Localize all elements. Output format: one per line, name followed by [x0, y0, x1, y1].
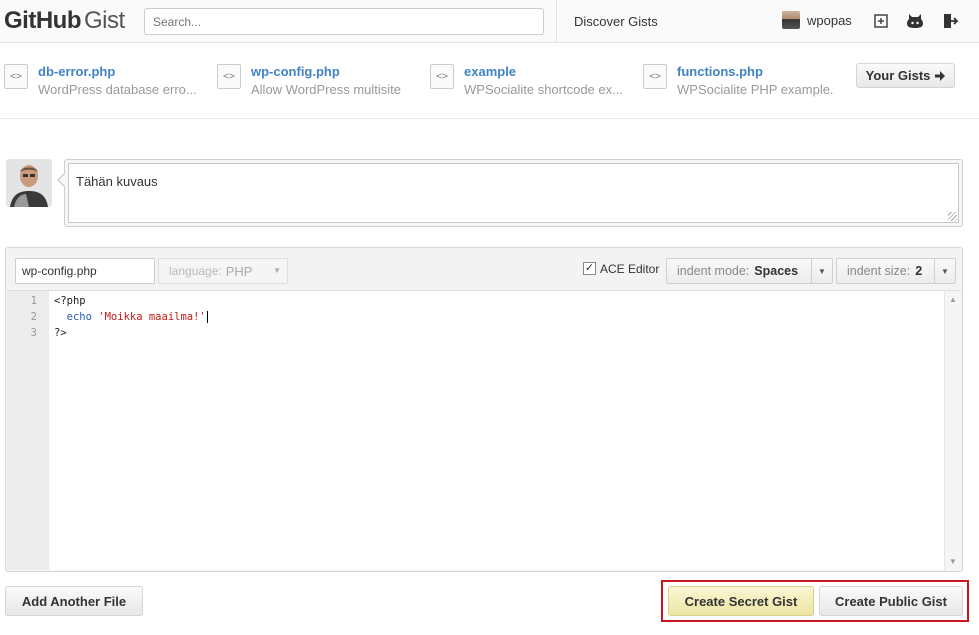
file-editor-panel: language: PHP ▼ ✓ ACE Editor indent mode… [5, 247, 963, 572]
discover-gists-link[interactable]: Discover Gists [574, 14, 658, 29]
recent-gist-description: WordPress database erro... [38, 82, 197, 97]
line-number: 1 [30, 295, 37, 307]
your-gists-label: Your Gists [865, 68, 931, 83]
recent-gist-description: WPSocialite shortcode ex... [464, 82, 623, 97]
sign-out-icon[interactable] [940, 11, 960, 31]
indent-size-select[interactable]: indent size: 2 ▼ [836, 258, 956, 284]
your-gists-button[interactable]: Your Gists [856, 63, 955, 88]
line-number: 3 [30, 327, 37, 339]
recent-gist-name[interactable]: db-error.php [38, 64, 115, 79]
code-editor[interactable]: 1 2 3 <?php echo 'Moikka maailma!' ?> ▲ … [7, 290, 961, 570]
user-avatar-small [782, 11, 800, 29]
editor-scrollbar[interactable]: ▲ ▼ [944, 291, 961, 570]
github-gist-logo[interactable]: GitHub Gist [4, 7, 125, 35]
indent-mode-value: Spaces [754, 264, 799, 278]
code-line: ?> [54, 327, 67, 339]
resize-grip-icon[interactable] [948, 212, 957, 221]
code-string: 'Moikka maailma!' [98, 311, 206, 323]
search-input[interactable] [144, 8, 544, 35]
line-number-gutter: 1 2 3 [7, 291, 49, 570]
username: wpopas [807, 12, 852, 28]
code-file-icon: <> [643, 64, 667, 89]
user-menu[interactable]: wpopas [782, 11, 852, 29]
add-another-file-button[interactable]: Add Another File [5, 586, 143, 616]
code-content[interactable]: <?php echo 'Moikka maailma!' ?> [54, 293, 208, 341]
ace-editor-label: ACE Editor [600, 262, 660, 276]
recent-gist-description: WPSocialite PHP example. [677, 82, 834, 97]
description-pointer-inner [59, 173, 66, 187]
gist-description-input[interactable]: Tähän kuvaus [68, 163, 959, 223]
scroll-down-icon[interactable]: ▼ [949, 557, 957, 566]
octocat-icon[interactable] [905, 11, 925, 31]
chevron-down-icon: ▼ [273, 266, 281, 275]
header-bar: GitHubGist Discover Gists wpopas [0, 0, 979, 43]
create-secret-gist-button[interactable]: Create Secret Gist [668, 586, 814, 616]
code-keyword: echo [66, 311, 92, 323]
description-box: Tähän kuvaus [64, 159, 963, 227]
filename-input[interactable] [15, 258, 155, 284]
new-gist-icon[interactable] [871, 11, 891, 31]
language-value: PHP [225, 263, 253, 279]
code-line: echo 'Moikka maailma!' [54, 309, 208, 325]
chevron-down-icon[interactable]: ▼ [934, 259, 955, 283]
line-number: 2 [30, 311, 37, 323]
recent-gist-name[interactable]: functions.php [677, 64, 763, 79]
recent-gist-name[interactable]: example [464, 64, 516, 79]
chevron-down-icon[interactable]: ▼ [811, 259, 832, 283]
user-avatar [6, 159, 52, 207]
code-line: <?php [54, 295, 86, 307]
code-file-icon: <> [4, 64, 28, 89]
text-cursor [206, 311, 208, 323]
editor-toolbar: language: PHP ▼ ✓ ACE Editor indent mode… [6, 248, 962, 290]
recent-gist-description: Allow WordPress multisite [251, 82, 402, 97]
indent-size-value: 2 [915, 264, 923, 278]
scroll-up-icon[interactable]: ▲ [949, 295, 957, 304]
language-select[interactable]: language: PHP ▼ [158, 258, 288, 284]
language-label: language: [169, 264, 222, 278]
arrow-right-icon [935, 70, 946, 81]
indent-mode-label: indent mode: [677, 264, 750, 278]
header-divider [556, 0, 557, 43]
logo-github-text: GitHub [4, 7, 81, 34]
indent-mode-select[interactable]: indent mode: Spaces ▼ [666, 258, 833, 284]
recent-gists-row: <> db-error.php WordPress database erro.… [0, 44, 979, 119]
recent-gist-name[interactable]: wp-config.php [251, 64, 340, 79]
code-file-icon: <> [430, 64, 454, 89]
logo-gist-text: Gist [83, 7, 125, 34]
ace-editor-checkbox[interactable]: ✓ [583, 262, 596, 275]
create-public-gist-button[interactable]: Create Public Gist [819, 586, 963, 616]
indent-size-label: indent size: [847, 264, 911, 278]
code-file-icon: <> [217, 64, 241, 89]
